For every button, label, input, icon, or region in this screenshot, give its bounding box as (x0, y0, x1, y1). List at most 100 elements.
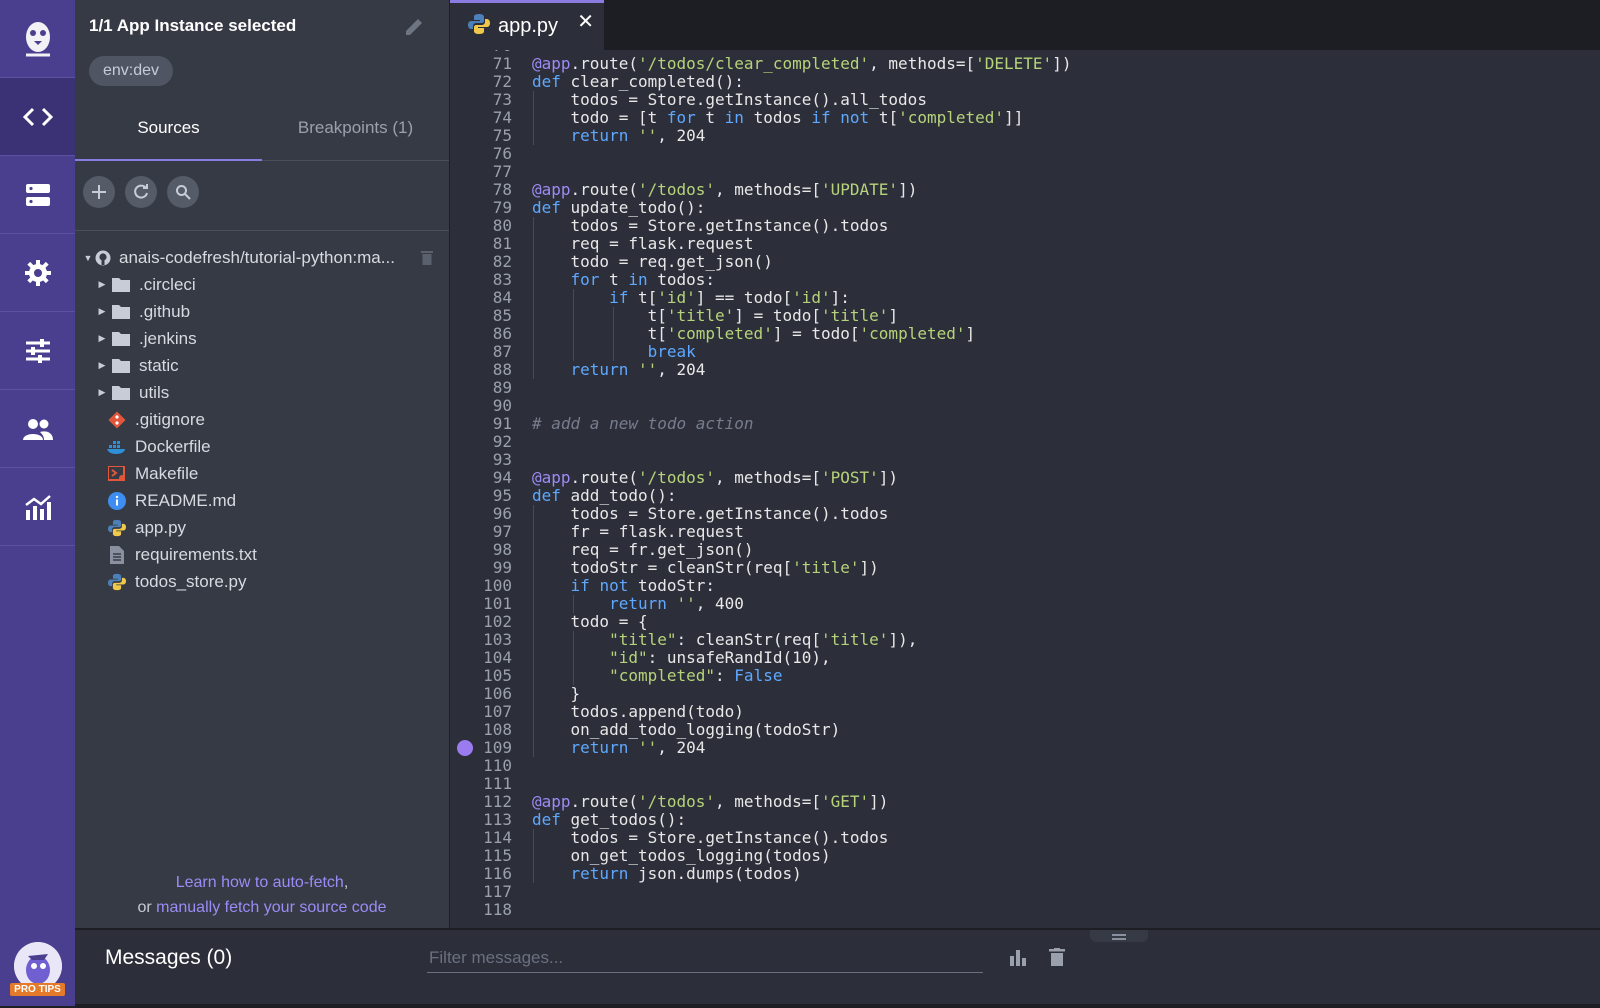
tree-file[interactable]: .gitignore (75, 406, 449, 433)
line-number: 117 (483, 882, 512, 901)
line-number: 73 (492, 90, 512, 109)
messages-bar: Messages (0) (75, 928, 1600, 1008)
analytics-icon[interactable] (0, 468, 75, 546)
tree-folder[interactable]: ▶ .jenkins (75, 325, 449, 352)
pro-tips-button[interactable]: PRO TIPS (0, 926, 75, 1006)
folder-icon (111, 303, 131, 321)
code-text: @app.route('/todos', methods=['POST']) (532, 468, 899, 487)
search-button[interactable] (167, 176, 199, 208)
line-number: 109 (483, 738, 512, 757)
code-text: todos = Store.getInstance().todos (532, 216, 889, 235)
sliders-icon[interactable] (0, 312, 75, 390)
code-line: 102 todo = { (450, 613, 1600, 631)
env-chip[interactable]: env:dev (89, 56, 174, 86)
line-number: 84 (492, 288, 512, 307)
file-tree: ▼ anais-codefresh/tutorial-python:ma... … (75, 244, 449, 595)
tree-file[interactable]: requirements.txt (75, 541, 449, 568)
resize-handle[interactable] (1090, 930, 1148, 942)
logo-icon[interactable] (0, 0, 75, 78)
code-icon[interactable] (0, 78, 75, 156)
line-number: 115 (483, 846, 512, 865)
trash-icon[interactable] (1049, 948, 1065, 971)
code-editor[interactable]: 7071@app.route('/todos/clear_completed',… (450, 50, 1600, 928)
repo-root[interactable]: ▼ anais-codefresh/tutorial-python:ma... (75, 244, 449, 271)
tree-file[interactable]: app.py (75, 514, 449, 541)
line-number: 108 (483, 720, 512, 739)
tree-folder[interactable]: ▶ .github (75, 298, 449, 325)
line-number: 85 (492, 306, 512, 325)
servers-icon[interactable] (0, 156, 75, 234)
code-line: 114 todos = Store.getInstance().todos (450, 829, 1600, 847)
folder-icon (111, 357, 131, 375)
pencil-icon[interactable] (403, 16, 425, 43)
code-text: return '', 204 (570, 738, 706, 757)
help-text: , (343, 874, 349, 891)
docker-icon (107, 438, 127, 456)
line-number: 75 (492, 126, 512, 145)
code-text: "completed": False (609, 666, 783, 685)
tab-sources[interactable]: Sources (75, 100, 262, 161)
tree-folder[interactable]: ▶ static (75, 352, 449, 379)
tree-file[interactable]: Dockerfile (75, 433, 449, 460)
line-number: 87 (492, 342, 512, 361)
line-number: 102 (483, 612, 512, 631)
chevron-right-icon[interactable]: ▶ (97, 333, 107, 344)
tree-item-label: Dockerfile (135, 436, 211, 456)
line-number: 114 (483, 828, 512, 847)
trash-icon[interactable] (421, 250, 433, 270)
line-number: 88 (492, 360, 512, 379)
code-text: return '', 400 (609, 594, 744, 613)
chevron-down-icon[interactable]: ▼ (83, 253, 93, 263)
code-line: 116 return json.dumps(todos) (450, 865, 1600, 883)
file-tab-app-py[interactable]: app.py ✕ (450, 0, 604, 50)
settings-icon[interactable] (0, 234, 75, 312)
auto-fetch-link[interactable]: Learn how to auto-fetch (176, 874, 344, 891)
nav-rail: PRO TIPS (0, 0, 75, 1006)
code-line: 84 if t['id'] == todo['id']: (450, 289, 1600, 307)
tree-item-label: utils (139, 382, 170, 402)
tree-file[interactable]: Makefile (75, 460, 449, 487)
line-number: 92 (492, 432, 512, 451)
chevron-right-icon[interactable]: ▶ (97, 360, 107, 371)
manual-fetch-link[interactable]: manually fetch your source code (156, 899, 386, 916)
tree-item-label: .circleci (139, 274, 196, 294)
sources-panel: 1/1 App Instance selected env:dev Source… (75, 0, 449, 928)
code-text: @app.route('/todos/clear_completed', met… (532, 54, 1072, 73)
code-text: } (532, 684, 581, 703)
code-line: 98 req = fr.get_json() (450, 541, 1600, 559)
code-line: 88 return '', 204 (450, 361, 1600, 379)
tree-item-label: Makefile (135, 463, 199, 483)
tab-breakpoints[interactable]: Breakpoints (1) (262, 100, 449, 159)
code-line: 111 (450, 775, 1600, 793)
code-line: 83 for t in todos: (450, 271, 1600, 289)
refresh-button[interactable] (125, 176, 157, 208)
chevron-right-icon[interactable]: ▶ (97, 387, 107, 398)
code-line: 110 (450, 757, 1600, 775)
code-line: 95 def add_todo(): (450, 487, 1600, 505)
close-icon[interactable]: ✕ (577, 9, 594, 34)
python-icon (468, 13, 490, 40)
code-line: 86 t['completed'] = todo['completed'] (450, 325, 1600, 343)
tree-folder[interactable]: ▶ .circleci (75, 271, 449, 298)
sources-toolbar (83, 176, 199, 210)
code-line: 76 (450, 145, 1600, 163)
filter-messages-input[interactable] (427, 944, 983, 973)
bar-chart-icon[interactable] (1009, 948, 1027, 971)
code-line: 75 return '', 204 (450, 127, 1600, 145)
folder-icon (111, 276, 131, 294)
add-source-button[interactable] (83, 176, 115, 208)
code-text: todo = [t for t in todos if not t['compl… (532, 108, 1024, 127)
code-line: 77 (450, 163, 1600, 181)
tree-folder[interactable]: ▶ utils (75, 379, 449, 406)
line-number: 77 (492, 162, 512, 181)
code-line: 93 (450, 451, 1600, 469)
line-number: 105 (483, 666, 512, 685)
code-text: todos.append(todo) (532, 702, 744, 721)
users-icon[interactable] (0, 390, 75, 468)
chevron-right-icon[interactable]: ▶ (97, 306, 107, 317)
tree-file[interactable]: README.md (75, 487, 449, 514)
tree-file[interactable]: todos_store.py (75, 568, 449, 595)
code-text: for t in todos: (570, 270, 716, 289)
chevron-right-icon[interactable]: ▶ (97, 279, 107, 290)
github-icon (93, 249, 113, 267)
